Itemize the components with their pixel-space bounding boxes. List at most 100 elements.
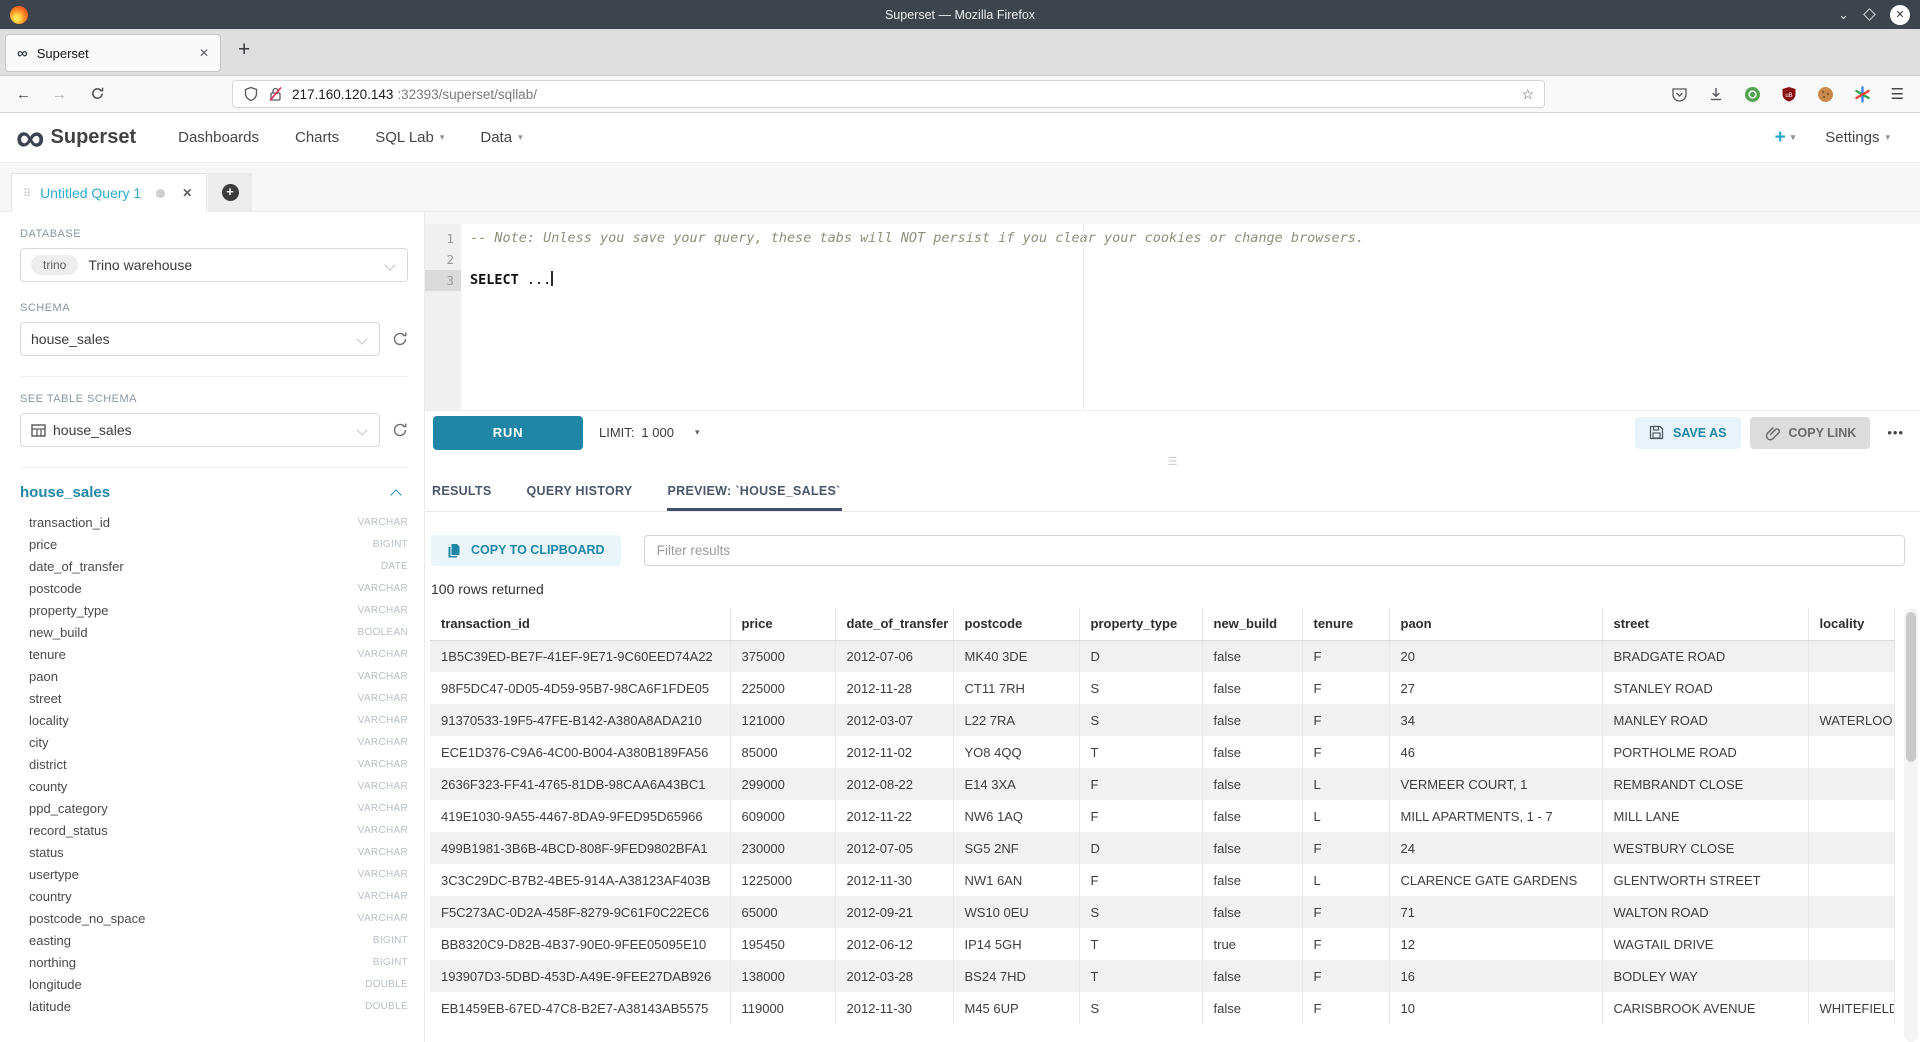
tab-preview-house-sales[interactable]: PREVIEW: `HOUSE_SALES` <box>667 484 842 511</box>
window-close-icon[interactable]: ✕ <box>1890 5 1910 25</box>
pane-splitter[interactable]: ☰ <box>425 454 1920 470</box>
shield-icon[interactable] <box>243 86 259 102</box>
copy-to-clipboard-button[interactable]: COPY TO CLIPBOARD <box>431 535 621 566</box>
table-row[interactable]: 1B5C39ED-BE7F-41EF-9E71-9C60EED74A22 375… <box>430 640 1894 672</box>
table-row[interactable]: ECE1D376-C9A6-4C00-B004-A380B189FA56 850… <box>430 736 1894 768</box>
schema-column-row[interactable]: date_of_transfer DATE <box>20 555 408 577</box>
schema-column-row[interactable]: county VARCHAR <box>20 775 408 797</box>
ublock-icon[interactable]: uB <box>1781 86 1797 102</box>
download-icon[interactable] <box>1708 86 1724 102</box>
column-header[interactable]: street <box>1602 608 1808 640</box>
superset-logo-icon[interactable]: ∞ <box>16 123 43 153</box>
chevron-down-icon: ▾ <box>440 132 445 143</box>
schema-column-row[interactable]: paon VARCHAR <box>20 665 408 687</box>
collapse-chevron-icon[interactable] <box>390 489 401 500</box>
nav-item-charts[interactable]: Charts <box>295 129 339 146</box>
schema-column-row[interactable]: price BIGINT <box>20 533 408 555</box>
schema-column-row[interactable]: status VARCHAR <box>20 841 408 863</box>
schema-column-row[interactable]: postcode VARCHAR <box>20 577 408 599</box>
nav-item-data[interactable]: Data▾ <box>480 129 522 146</box>
more-actions-button[interactable]: ••• <box>1887 425 1904 440</box>
table-row[interactable]: 98F5DC47-0D05-4D59-95B7-98CA6F1FDE05 225… <box>430 672 1894 704</box>
schema-column-row[interactable]: street VARCHAR <box>20 687 408 709</box>
copy-link-button[interactable]: COPY LINK <box>1750 417 1871 449</box>
menu-icon[interactable]: ☰ <box>1891 85 1904 103</box>
window-menu-chevron-icon[interactable]: ⌄ <box>1838 8 1849 21</box>
schema-column-row[interactable]: property_type VARCHAR <box>20 599 408 621</box>
database-select[interactable]: trino Trino warehouse <box>20 248 408 282</box>
drag-handle-icon[interactable]: ⠿ <box>23 187 31 200</box>
nav-item-dashboards[interactable]: Dashboards <box>178 129 259 146</box>
table-row[interactable]: 91370533-19F5-47FE-B142-A380A8ADA210 121… <box>430 704 1894 736</box>
reload-icon[interactable] <box>90 86 105 101</box>
browser-tab[interactable]: ∞ Superset ✕ <box>5 34 221 72</box>
nav-item-sql-lab[interactable]: SQL Lab▾ <box>375 129 444 146</box>
schema-column-row[interactable]: city VARCHAR <box>20 731 408 753</box>
table-row[interactable]: BB8320C9-D82B-4B37-90E0-9FEE05095E10 195… <box>430 928 1894 960</box>
sql-editor[interactable]: 1 2 3 -- Note: Unless you save your quer… <box>425 224 1920 410</box>
table-schema-title[interactable]: house_sales <box>20 484 110 501</box>
schema-column-row[interactable]: locality VARCHAR <box>20 709 408 731</box>
cookie-icon[interactable] <box>1817 86 1834 103</box>
vertical-scrollbar[interactable] <box>1904 608 1918 1042</box>
schema-column-row[interactable]: ppd_category VARCHAR <box>20 797 408 819</box>
limit-dropdown[interactable]: LIMIT: 1 000 ▾ <box>599 425 699 440</box>
refresh-tables-icon[interactable] <box>392 422 408 438</box>
column-header[interactable]: new_build <box>1202 608 1302 640</box>
schema-column-row[interactable]: new_build BOOLEAN <box>20 621 408 643</box>
superset-brand[interactable]: Superset <box>51 126 137 149</box>
tab-query-history[interactable]: QUERY HISTORY <box>526 484 634 511</box>
run-button[interactable]: RUN <box>433 416 583 450</box>
window-maximize-icon[interactable] <box>1863 8 1876 21</box>
column-header[interactable]: postcode <box>953 608 1079 640</box>
extension-green-icon[interactable] <box>1744 86 1761 103</box>
schema-column-row[interactable]: tenure VARCHAR <box>20 643 408 665</box>
table-row[interactable]: 2636F323-FF41-4765-81DB-98CAA6A43BC1 299… <box>430 768 1894 800</box>
query-tab[interactable]: ⠿ Untitled Query 1 ✕ <box>11 173 207 212</box>
column-header[interactable]: date_of_transfer <box>835 608 953 640</box>
settings-menu[interactable]: Settings▾ <box>1825 129 1890 146</box>
column-header[interactable]: tenure <box>1302 608 1389 640</box>
schema-column-row[interactable]: northing BIGINT <box>20 951 408 973</box>
url-bar[interactable]: 217.160.120.143:32393/superset/sqllab/ ☆ <box>232 80 1545 108</box>
refresh-schemas-icon[interactable] <box>392 331 408 347</box>
schema-column-row[interactable]: usertype VARCHAR <box>20 863 408 885</box>
schema-column-row[interactable]: record_status VARCHAR <box>20 819 408 841</box>
editor-code[interactable]: -- Note: Unless you save your query, the… <box>461 224 1920 410</box>
table-row[interactable]: EB1459EB-67ED-47C8-B2E7-A38143AB5575 119… <box>430 992 1894 1024</box>
schema-column-row[interactable]: latitude DOUBLE <box>20 995 408 1017</box>
column-header[interactable]: price <box>730 608 835 640</box>
table-row[interactable]: 193907D3-5DBD-453D-A49E-9FEE27DAB926 138… <box>430 960 1894 992</box>
query-tab-close-icon[interactable]: ✕ <box>182 186 192 200</box>
forward-icon[interactable]: → <box>52 84 67 105</box>
filter-results-input[interactable] <box>644 535 1905 566</box>
schema-column-row[interactable]: easting BIGINT <box>20 929 408 951</box>
schema-column-row[interactable]: country VARCHAR <box>20 885 408 907</box>
tab-close-icon[interactable]: ✕ <box>199 46 209 60</box>
tab-results[interactable]: RESULTS <box>431 484 493 511</box>
pocket-icon[interactable] <box>1671 86 1688 103</box>
column-header[interactable]: locality <box>1808 608 1894 640</box>
schema-column-row[interactable]: postcode_no_space VARCHAR <box>20 907 408 929</box>
table-row[interactable]: 419E1030-9A55-4467-8DA9-9FED95D65966 609… <box>430 800 1894 832</box>
insecure-lock-icon[interactable] <box>268 86 283 102</box>
new-tab-button[interactable]: + <box>238 38 250 62</box>
back-icon[interactable]: ← <box>16 84 31 105</box>
column-header[interactable]: property_type <box>1079 608 1202 640</box>
schema-column-row[interactable]: district VARCHAR <box>20 753 408 775</box>
scrollbar-thumb[interactable] <box>1906 612 1916 762</box>
bookmark-star-icon[interactable]: ☆ <box>1521 86 1534 103</box>
schema-select[interactable]: house_sales <box>20 322 380 356</box>
extension-asterisk-icon[interactable] <box>1854 86 1871 103</box>
column-header[interactable]: paon <box>1389 608 1602 640</box>
table-row[interactable]: F5C273AC-0D2A-458F-8279-9C61F0C22EC6 650… <box>430 896 1894 928</box>
table-row[interactable]: 3C3C29DC-B7B2-4BE5-914A-A38123AF403B 122… <box>430 864 1894 896</box>
schema-column-row[interactable]: longitude DOUBLE <box>20 973 408 995</box>
save-as-button[interactable]: SAVE AS <box>1635 417 1741 449</box>
add-new-button[interactable]: +▾ <box>1775 127 1796 149</box>
table-select[interactable]: house_sales <box>20 413 380 447</box>
table-row[interactable]: 499B1981-3B6B-4BCD-808F-9FED9802BFA1 230… <box>430 832 1894 864</box>
new-query-tab-button[interactable]: + <box>208 173 252 212</box>
column-header[interactable]: transaction_id <box>430 608 730 640</box>
schema-column-row[interactable]: transaction_id VARCHAR <box>20 511 408 533</box>
